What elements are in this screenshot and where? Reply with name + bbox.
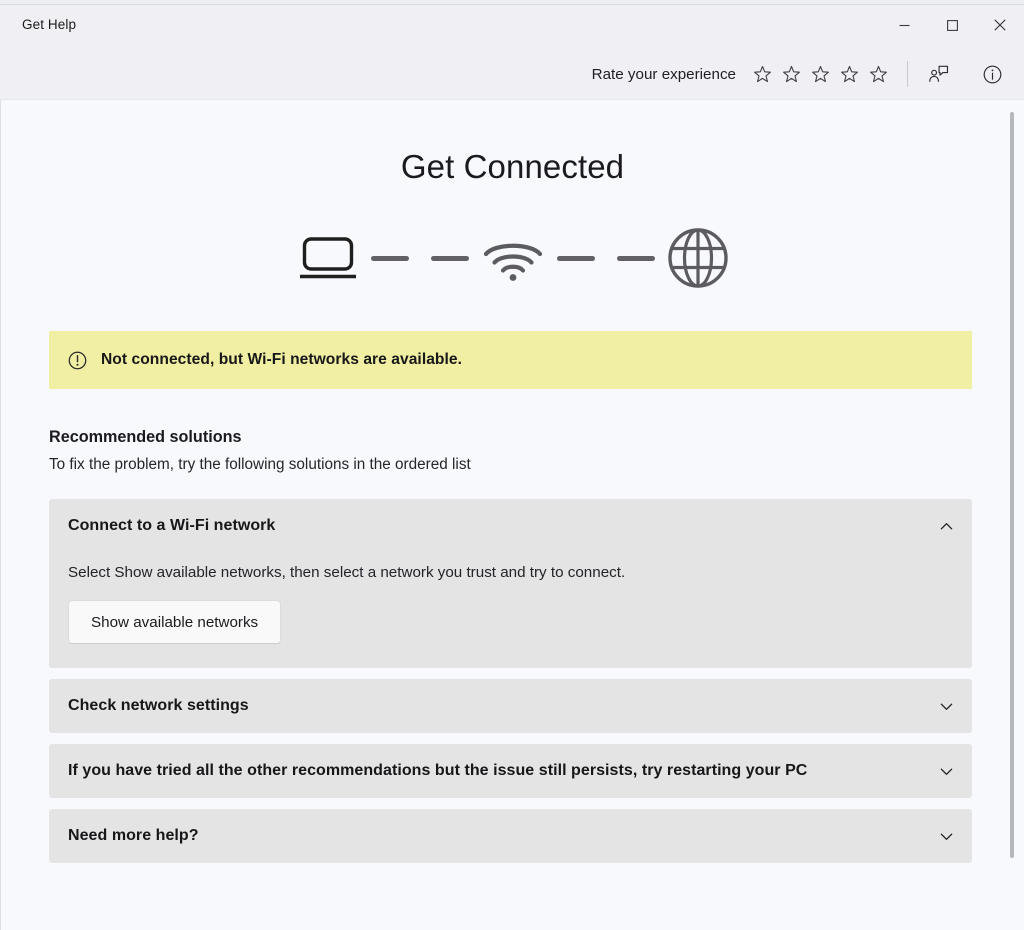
window-controls (880, 5, 1024, 45)
content-area: Get Connected Not connected, but Wi-Fi n… (0, 99, 1024, 930)
contact-support-button[interactable] (920, 57, 956, 91)
close-icon (994, 19, 1006, 31)
connector-dash-3 (556, 255, 595, 261)
chevron-up-icon[interactable] (939, 519, 954, 534)
rate-experience-label: Rate your experience (591, 65, 736, 83)
maximize-button[interactable] (928, 5, 976, 45)
accordion-title: Check network settings (68, 697, 249, 714)
accordion-header-restart-pc[interactable]: If you have tried all the other recommen… (49, 744, 972, 798)
star-outline-icon (870, 65, 887, 82)
accordion-header-need-more-help[interactable]: Need more help? (49, 809, 972, 863)
person-speech-bubble-icon (928, 65, 948, 82)
star-rating-1[interactable] (748, 59, 777, 89)
status-banner-text: Not connected, but Wi-Fi networks are av… (101, 351, 462, 368)
recommended-solutions-section: Recommended solutions To fix the problem… (49, 428, 972, 474)
exclamation-circle-icon (67, 350, 88, 371)
toolbar-divider (907, 61, 908, 87)
star-outline-icon (754, 65, 771, 82)
globe-icon (666, 226, 730, 290)
get-help-window: Get Help Rate your experience Get Connec… (0, 4, 1024, 930)
page-title: Get Connected (400, 148, 625, 185)
accordion-title: Connect to a Wi-Fi network (68, 517, 276, 534)
maximize-icon (946, 19, 958, 31)
accordion-header-connect-wifi[interactable]: Connect to a Wi-Fi network (49, 499, 972, 553)
star-rating-4[interactable] (835, 59, 864, 89)
show-available-networks-button[interactable]: Show available networks (68, 600, 282, 644)
star-rating-5[interactable] (864, 59, 893, 89)
star-rating-2[interactable] (777, 59, 806, 89)
connector-dash-2 (430, 255, 469, 261)
minimize-button[interactable] (880, 5, 928, 45)
accordion-title: Need more help? (68, 827, 199, 844)
status-banner: Not connected, but Wi-Fi networks are av… (49, 331, 972, 389)
info-button[interactable] (974, 57, 1010, 91)
content-scrollbar[interactable] (1006, 112, 1018, 912)
laptop-icon (296, 232, 360, 284)
recommended-solutions-heading: Recommended solutions (49, 428, 242, 446)
recommended-solutions-subtext: To fix the problem, try the following so… (49, 456, 471, 473)
close-button[interactable] (976, 5, 1024, 45)
accordion-need-more-help: Need more help? (49, 809, 972, 863)
accordion-description: Select Show available networks, then sel… (68, 564, 626, 581)
wifi-icon (480, 232, 546, 284)
chevron-down-icon[interactable] (939, 764, 954, 779)
accordion-check-network-settings: Check network settings (49, 679, 972, 733)
star-outline-icon (812, 65, 829, 82)
star-rating-group[interactable] (748, 59, 893, 89)
accordion-header-check-network-settings[interactable]: Check network settings (49, 679, 972, 733)
accordion-body-connect-wifi: Select Show available networks, then sel… (49, 564, 972, 668)
app-title: Get Help (22, 17, 77, 32)
connector-dash-1 (370, 255, 409, 261)
title-bar: Get Help Rate your experience (0, 4, 1024, 99)
chevron-down-icon[interactable] (939, 699, 954, 714)
accordion-restart-pc: If you have tried all the other recommen… (49, 744, 972, 798)
connector-dash-4 (616, 255, 655, 261)
solutions-accordion-list: Connect to a Wi-Fi network Select Show a… (49, 499, 972, 863)
chevron-down-icon[interactable] (939, 829, 954, 844)
connection-diagram (1, 225, 1024, 291)
content-scrollbar-thumb[interactable] (1010, 112, 1014, 858)
rating-row: Rate your experience (592, 53, 1010, 95)
accordion-title: If you have tried all the other recommen… (68, 762, 808, 779)
info-circle-icon (983, 65, 1001, 83)
star-outline-icon (841, 65, 858, 82)
star-outline-icon (783, 65, 800, 82)
star-rating-3[interactable] (806, 59, 835, 89)
minimize-icon (899, 24, 909, 26)
accordion-connect-wifi: Connect to a Wi-Fi network Select Show a… (49, 499, 972, 668)
